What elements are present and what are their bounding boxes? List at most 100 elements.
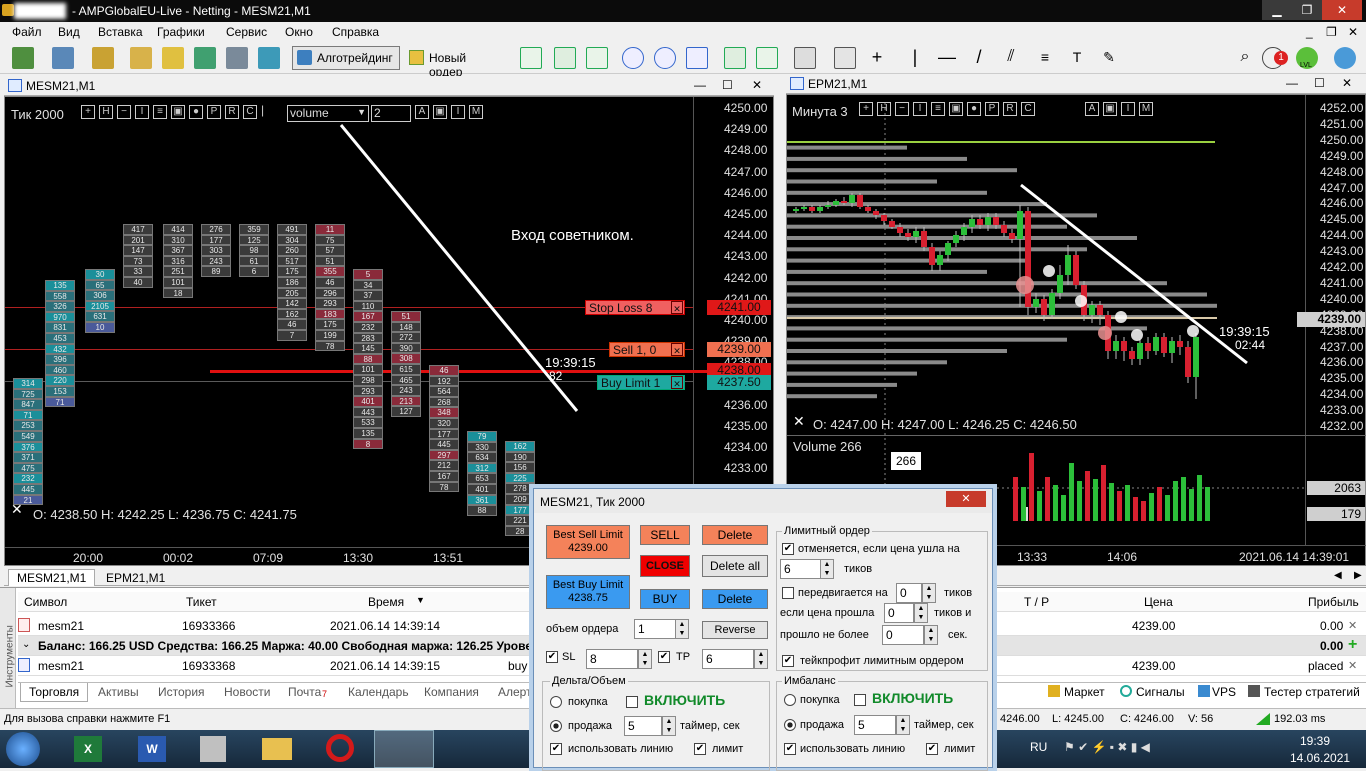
tray-icons[interactable]: ⚑ ✔ ⚡ ▪ ✖ ▮ ◀ <box>1064 740 1150 754</box>
delta-timer-input[interactable]: 5 <box>624 716 662 736</box>
delta-sell-radio[interactable] <box>550 720 562 732</box>
chart2-maximize-icon[interactable]: ☐ <box>1314 76 1325 90</box>
menu-minimize-icon[interactable]: _ <box>1306 25 1313 39</box>
new-chart-icon[interactable] <box>12 47 34 69</box>
tp-limit-checkbox[interactable]: ✔ <box>782 655 794 667</box>
word-icon[interactable]: W <box>138 736 166 762</box>
collapse-icon[interactable]: ⌄ <box>22 639 30 650</box>
sell-label[interactable]: Sell 1, 0 ✕ <box>609 342 685 357</box>
imb-buy-radio[interactable] <box>784 694 796 706</box>
profiles-icon[interactable] <box>52 47 74 69</box>
cancel-checkbox[interactable]: ✔ <box>782 543 794 555</box>
tabs-scroll-right-icon[interactable]: ▶ <box>1354 570 1362 581</box>
text-icon[interactable]: T <box>1066 47 1088 69</box>
tab-calendar[interactable]: Календарь <box>348 685 409 699</box>
market-watch-icon[interactable] <box>92 47 114 69</box>
delta-limit-checkbox[interactable]: ✔ <box>694 743 706 755</box>
best-sell-limit-button[interactable]: Best Sell Limit 4239.00 <box>546 525 630 559</box>
chart2-close-icon[interactable]: ✕ <box>1342 76 1352 90</box>
imb-limit-checkbox[interactable]: ✔ <box>926 743 938 755</box>
navigator-icon[interactable] <box>130 47 152 69</box>
tp-checkbox[interactable]: ✔ <box>658 651 670 663</box>
passed-stepper[interactable]: ▲ ▼ <box>924 625 938 645</box>
signals-icon[interactable] <box>194 47 216 69</box>
row-close-icon[interactable]: ✕ <box>1348 659 1357 672</box>
buy-button[interactable]: BUY <box>640 589 690 609</box>
buy-limit-label[interactable]: Buy Limit 1 ✕ <box>597 375 685 390</box>
cancel-stepper[interactable]: ▲ ▼ <box>820 559 834 579</box>
menu-restore-icon[interactable]: ❐ <box>1326 25 1337 39</box>
delta-enable-checkbox[interactable] <box>626 696 638 708</box>
menu-help[interactable]: Справка <box>332 25 379 39</box>
panel-close-button[interactable]: ✕ <box>946 491 986 507</box>
zoom-in-icon[interactable] <box>622 47 644 69</box>
tile-windows-icon[interactable] <box>686 47 708 69</box>
if-passed-stepper[interactable]: ▲ ▼ <box>914 603 928 623</box>
algotrading-button[interactable]: Алготрейдинг <box>292 46 400 70</box>
candle-chart-icon[interactable] <box>554 47 576 69</box>
tester-icon[interactable] <box>258 47 280 69</box>
tab-news[interactable]: Новости <box>224 685 270 699</box>
autoscroll-icon[interactable] <box>724 47 746 69</box>
stop-loss-label[interactable]: Stop Loss 8 ✕ <box>585 300 685 315</box>
menu-charts[interactable]: Графики <box>157 25 205 39</box>
lang-indicator[interactable]: RU <box>1030 740 1047 754</box>
move-input[interactable]: 0 <box>896 583 922 603</box>
account-icon[interactable] <box>1334 47 1356 69</box>
imb-sell-radio[interactable] <box>784 719 796 731</box>
sl-checkbox[interactable]: ✔ <box>546 651 558 663</box>
terminal-icon[interactable] <box>226 47 248 69</box>
close-button[interactable]: ✕ <box>1322 0 1362 20</box>
col-time[interactable]: Время <box>368 595 404 609</box>
templates-icon[interactable] <box>794 47 816 69</box>
menu-view[interactable]: Вид <box>58 25 80 39</box>
tp-input[interactable]: 6 <box>702 649 754 669</box>
menu-insert[interactable]: Вставка <box>98 25 143 39</box>
tab-trade[interactable]: Торговля <box>20 683 89 702</box>
crosshair-icon[interactable]: + <box>866 47 888 69</box>
delete-buy-button[interactable]: Delete <box>702 589 768 609</box>
chart-tab-mesm21[interactable]: MESM21,M1 <box>8 569 96 586</box>
chart1-minimize-icon[interactable]: — <box>694 78 706 92</box>
col-price[interactable]: Цена <box>1144 595 1173 609</box>
metatrader-icon[interactable] <box>374 730 434 768</box>
tp-stepper[interactable]: ▲ ▼ <box>754 649 768 669</box>
chart1-maximize-icon[interactable]: ☐ <box>722 78 733 92</box>
trendline-icon[interactable]: / <box>968 47 990 69</box>
new-order-button[interactable]: Новый ордер <box>404 46 506 79</box>
tab-mail[interactable]: Почта <box>288 685 321 699</box>
reverse-button[interactable]: Reverse <box>702 621 768 639</box>
shapes-icon[interactable]: ✎ <box>1098 47 1120 69</box>
tab-history[interactable]: История <box>158 685 205 699</box>
maximize-button[interactable]: ❐ <box>1292 0 1322 20</box>
chart-tab-epm21[interactable]: EPM21,M1 <box>98 570 173 586</box>
cursor-icon[interactable] <box>834 47 856 69</box>
delta-buy-radio[interactable] <box>550 696 562 708</box>
tab-market[interactable]: Маркет <box>1064 685 1105 699</box>
tabs-scroll-left-icon[interactable]: ◀ <box>1334 570 1342 581</box>
delta-use-line-checkbox[interactable]: ✔ <box>550 743 562 755</box>
if-passed-input[interactable]: 0 <box>884 603 914 623</box>
fibo-icon[interactable]: ≡ <box>1034 47 1056 69</box>
menu-close-icon[interactable]: ✕ <box>1348 25 1358 39</box>
delete-sell-button[interactable]: Delete <box>702 525 768 545</box>
explorer-icon[interactable] <box>262 738 292 760</box>
move-checkbox[interactable] <box>782 587 794 599</box>
cancel-input[interactable]: 6 <box>780 559 822 579</box>
best-buy-limit-button[interactable]: Best Buy Limit 4238.75 <box>546 575 630 609</box>
sell-button[interactable]: SELL <box>640 525 690 545</box>
buy-limit-close-icon[interactable]: ✕ <box>671 376 683 389</box>
delete-all-button[interactable]: Delete all <box>702 555 768 577</box>
clock-date[interactable]: 14.06.2021 <box>1290 751 1350 765</box>
stop-loss-close-icon[interactable]: ✕ <box>671 301 683 314</box>
tab-alerts[interactable]: Алерт <box>498 685 532 699</box>
imb-use-line-checkbox[interactable]: ✔ <box>784 743 796 755</box>
row-close-icon[interactable]: ✕ <box>1348 619 1357 632</box>
passed-input[interactable]: 0 <box>882 625 924 645</box>
col-tp[interactable]: T / P <box>1024 595 1049 609</box>
add-icon[interactable]: + <box>1348 636 1357 654</box>
data-window-icon[interactable] <box>162 47 184 69</box>
start-button[interactable] <box>6 732 40 766</box>
line-chart-icon[interactable] <box>586 47 608 69</box>
horizontal-line-icon[interactable]: — <box>936 47 958 69</box>
